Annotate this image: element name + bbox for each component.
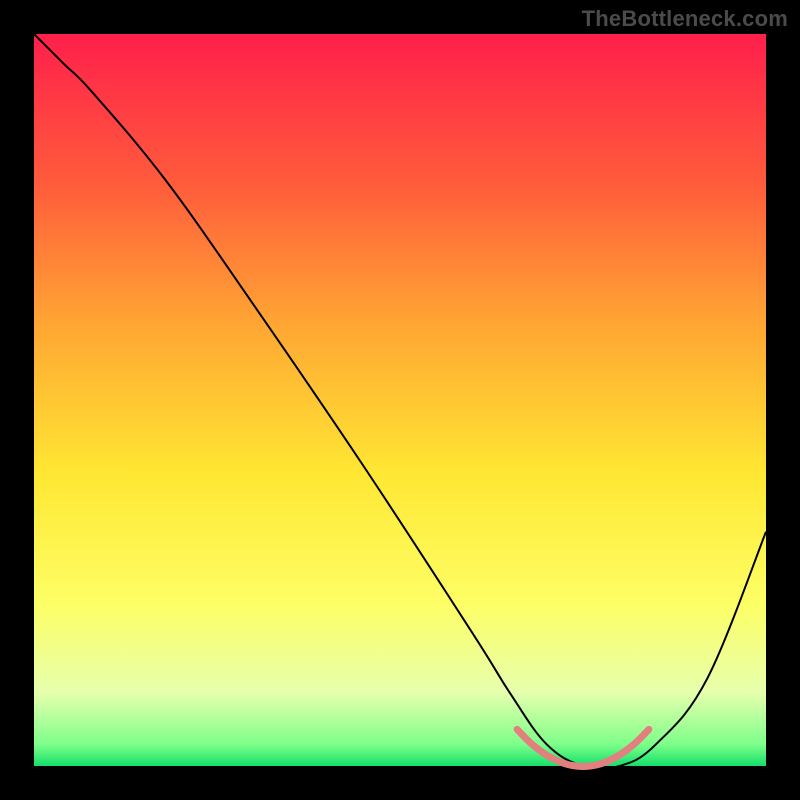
- bottleneck-chart: [0, 0, 800, 800]
- chart-frame: TheBottleneck.com: [0, 0, 800, 800]
- watermark-text: TheBottleneck.com: [582, 6, 788, 32]
- plot-background: [34, 34, 766, 766]
